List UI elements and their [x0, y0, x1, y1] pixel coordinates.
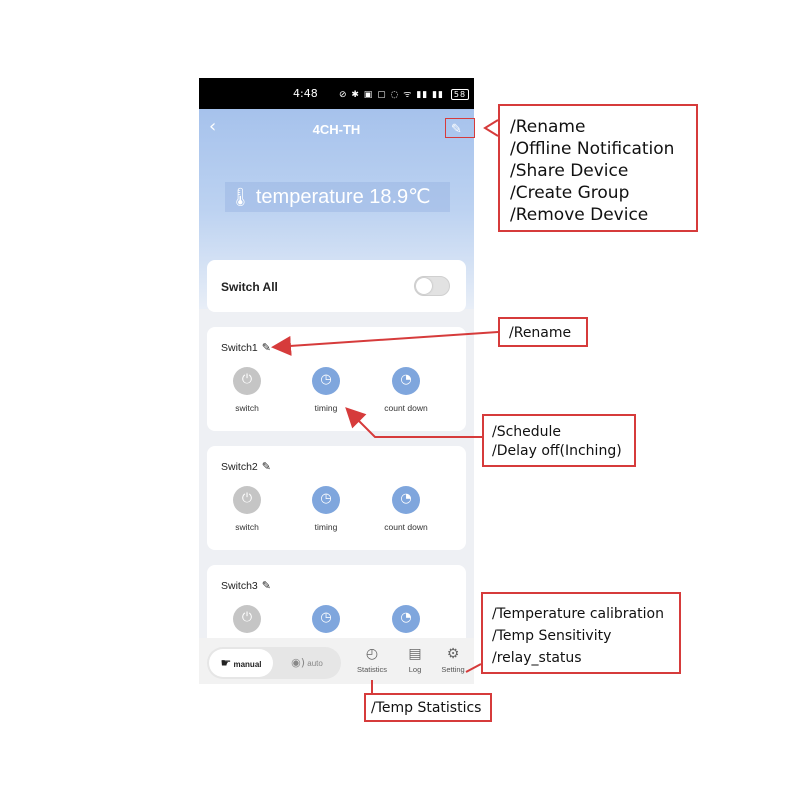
- arrow-to-timing: [345, 407, 482, 438]
- arrow-to-setting: [465, 663, 482, 673]
- arrow-to-switch1-edit: [271, 331, 499, 356]
- arrow-to-edit-icon: [483, 119, 499, 137]
- annotation-arrows: [271, 119, 499, 693]
